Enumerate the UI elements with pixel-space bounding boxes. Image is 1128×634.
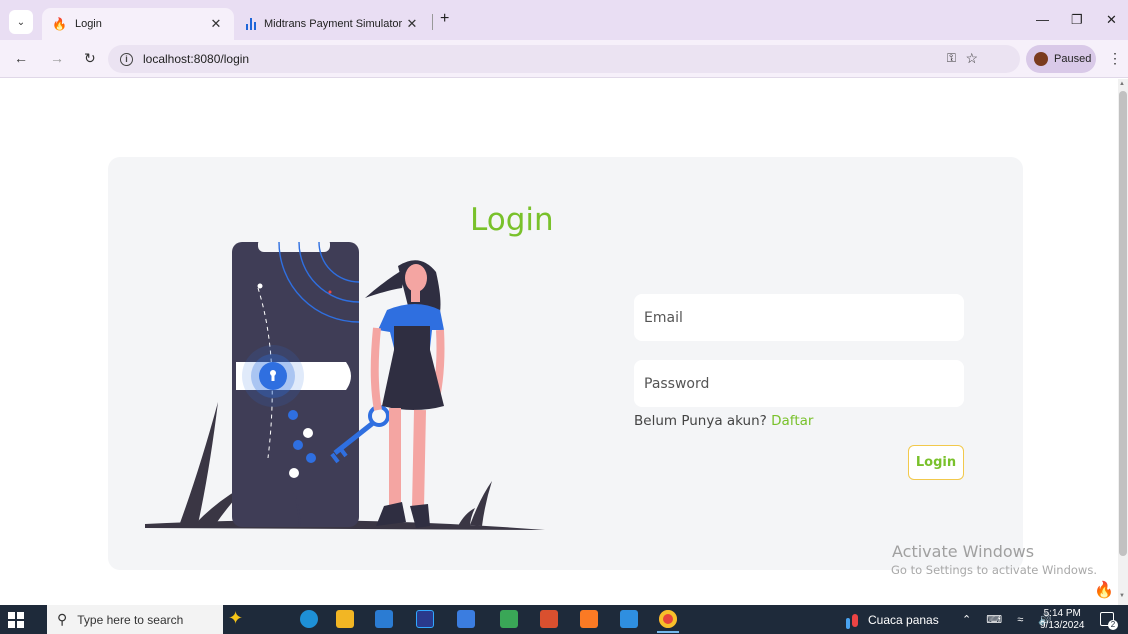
url-text: localhost:8080/login: [143, 52, 250, 66]
clock-time: 5:14 PM: [1043, 608, 1081, 619]
profile-status: Paused: [1054, 53, 1092, 65]
notification-count: 2: [1108, 620, 1118, 630]
edge-icon[interactable]: [300, 610, 318, 628]
tab-search-button[interactable]: ⌄: [9, 10, 33, 34]
password-key-icon[interactable]: ⚿: [947, 51, 956, 66]
chrome-icon[interactable]: [659, 610, 677, 628]
back-icon[interactable]: ←: [14, 50, 28, 66]
close-tab-icon[interactable]: ✕: [208, 16, 224, 32]
minimize-icon[interactable]: —: [1036, 12, 1049, 27]
scroll-up-icon[interactable]: ▲: [1119, 81, 1125, 87]
windows-start-icon[interactable]: [8, 612, 24, 628]
tab-title: Login: [74, 18, 102, 30]
photos-icon[interactable]: [500, 610, 518, 628]
menu-kebab-icon[interactable]: ⋮: [1108, 50, 1122, 67]
page-title: Login: [470, 202, 554, 238]
scrollbar[interactable]: ▲ ▼: [1118, 79, 1128, 605]
scroll-down-icon[interactable]: ▼: [1119, 593, 1125, 599]
taskbar-search-input[interactable]: ⚲ Type here to search: [47, 605, 223, 634]
midtrans-icon: [246, 18, 256, 30]
taskbar: ⚲ Type here to search ✦ Cuaca panas ⌃ ⌨ …: [0, 605, 1128, 634]
signup-link[interactable]: Daftar: [771, 413, 813, 429]
email-field[interactable]: [634, 294, 964, 341]
store-icon[interactable]: [457, 610, 475, 628]
copilot-sparkle-icon[interactable]: ✦: [228, 608, 243, 629]
active-app-indicator: [657, 631, 679, 633]
activation-watermark-subtitle: Go to Settings to activate Windows.: [891, 563, 1097, 577]
password-field[interactable]: [634, 360, 964, 407]
weather-widget[interactable]: Cuaca panas: [852, 613, 939, 627]
close-window-icon[interactable]: ✕: [1106, 12, 1117, 28]
scrollbar-thumb[interactable]: [1119, 91, 1127, 556]
activation-watermark-title: Activate Windows: [892, 542, 1035, 561]
xampp-icon[interactable]: [580, 610, 598, 628]
fire-icon[interactable]: 🔥: [1090, 576, 1118, 604]
search-icon: ⚲: [57, 611, 68, 627]
powerpoint-icon[interactable]: [540, 610, 558, 628]
photoshop-icon[interactable]: [416, 610, 434, 628]
weather-text: Cuaca panas: [868, 613, 939, 627]
address-bar[interactable]: i localhost:8080/login ⚿ ☆: [108, 45, 1020, 73]
reload-icon[interactable]: ↻: [84, 50, 96, 67]
restore-icon[interactable]: ❐: [1071, 12, 1083, 28]
signup-prompt: Belum Punya akun? Daftar: [634, 413, 813, 429]
avatar: [1034, 52, 1048, 66]
bookmark-star-icon[interactable]: ☆: [965, 50, 978, 67]
browser-toolbar: ← → ↻ i localhost:8080/login ⚿ ☆ Paused …: [0, 40, 1128, 78]
profile-button[interactable]: Paused: [1026, 45, 1096, 73]
close-tab-icon[interactable]: ✕: [404, 16, 420, 32]
notification-icon[interactable]: 2: [1100, 612, 1118, 630]
login-illustration: [145, 238, 545, 530]
login-button[interactable]: Login: [908, 445, 964, 480]
signup-prompt-text: Belum Punya akun?: [634, 413, 767, 429]
clock[interactable]: 5:14 PM 9/13/2024: [1040, 608, 1085, 632]
tab-bar: ⌄ 🔥 Login ✕ Midtrans Payment Simulator ✕…: [0, 0, 1128, 40]
tab-login[interactable]: 🔥 Login ✕: [42, 8, 234, 40]
mail-icon[interactable]: [375, 610, 393, 628]
new-tab-button[interactable]: +: [440, 10, 449, 28]
thermometer-icon: [852, 613, 858, 627]
taskbar-search-placeholder: Type here to search: [77, 612, 184, 627]
tab-midtrans[interactable]: Midtrans Payment Simulator ✕: [238, 8, 428, 40]
file-explorer-icon[interactable]: [336, 610, 354, 628]
tab-title: Midtrans Payment Simulator: [264, 18, 403, 30]
forward-icon[interactable]: →: [50, 50, 64, 66]
clock-date: 9/13/2024: [1040, 620, 1085, 631]
fire-icon: 🔥: [52, 17, 67, 31]
vscode-icon[interactable]: [620, 610, 638, 628]
tab-divider: [432, 14, 433, 30]
site-info-icon[interactable]: i: [120, 52, 133, 66]
